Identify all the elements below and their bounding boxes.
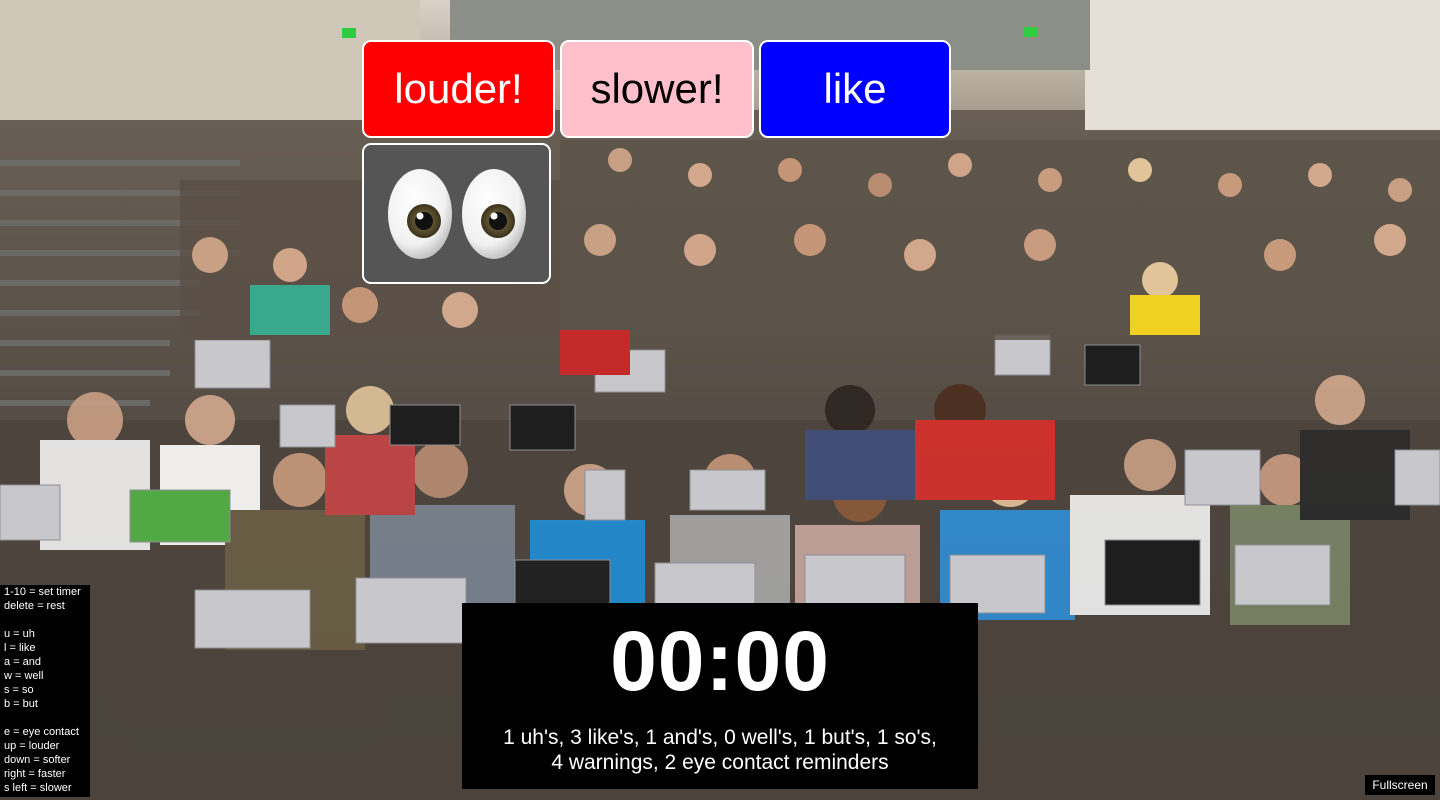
filler-word-stats: 1 uh's, 3 like's, 1 and's, 0 well's, 1 b…: [462, 725, 978, 775]
eyes-icon: [387, 168, 526, 259]
help-line: b = but: [4, 698, 38, 710]
like-button[interactable]: like: [759, 40, 951, 138]
timer-clock: 00:00: [610, 614, 830, 708]
help-line: l = like: [4, 642, 36, 654]
fullscreen-button[interactable]: Fullscreen: [1365, 775, 1435, 795]
louder-button[interactable]: louder!: [362, 40, 555, 138]
help-line: right = faster: [4, 768, 66, 780]
presentation-stage: louder! slower! like 1-10 = set timer de…: [0, 0, 1440, 800]
help-line: a = and: [4, 656, 42, 668]
stats-line: 4 warnings, 2 eye contact reminders: [551, 751, 889, 774]
help-line: u = uh: [4, 628, 35, 640]
timer-panel: 00:00 1 uh's, 3 like's, 1 and's, 0 well'…: [462, 603, 978, 789]
stats-line: 1 uh's, 3 like's, 1 and's, 0 well's, 1 b…: [503, 726, 937, 749]
keyboard-shortcut-help: 1-10 = set timer delete = rest u = uh l …: [0, 585, 90, 797]
eye-contact-button[interactable]: [362, 143, 551, 284]
help-line: up = louder: [4, 740, 60, 752]
help-line: w = well: [4, 670, 44, 682]
slower-button[interactable]: slower!: [560, 40, 754, 138]
help-line: 1-10 = set timer: [4, 586, 81, 598]
help-line: down = softer: [4, 754, 71, 766]
help-line: s left = slower: [4, 782, 72, 794]
help-line: e = eye contact: [4, 726, 79, 738]
help-line: delete = rest: [4, 600, 65, 612]
help-line: s = so: [4, 684, 34, 696]
